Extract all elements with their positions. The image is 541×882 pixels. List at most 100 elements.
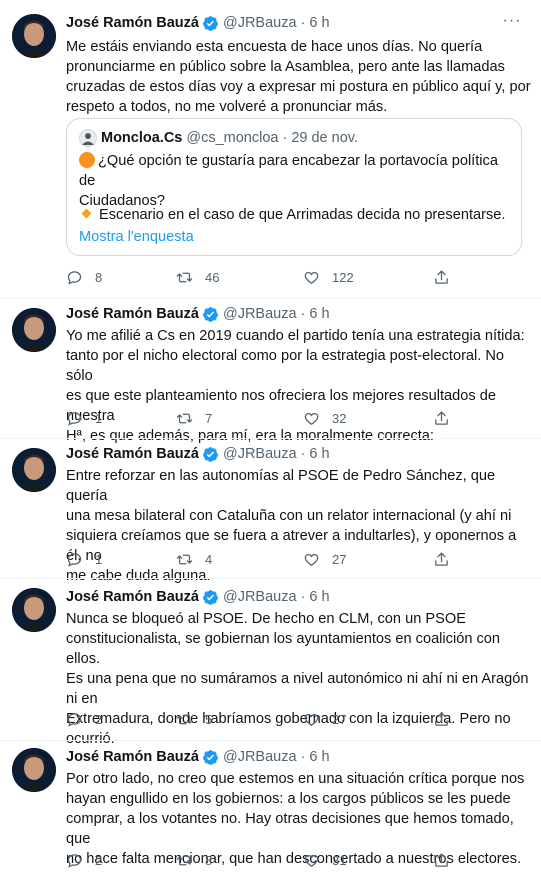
- author-handle[interactable]: @JRBauza: [223, 446, 297, 462]
- timestamp[interactable]: 6 h: [309, 15, 329, 31]
- reply-button[interactable]: 2: [66, 850, 102, 870]
- author-name[interactable]: José Ramón Bauzá: [66, 589, 199, 605]
- heart-icon: [304, 713, 319, 726]
- heart-icon: [304, 271, 319, 284]
- share-icon: [435, 551, 448, 566]
- orange-circle-icon: [79, 152, 95, 168]
- author-name[interactable]: José Ramón Bauzá: [66, 15, 199, 31]
- quote-date: 29 de nov.: [291, 130, 358, 146]
- reply-icon: [67, 411, 82, 426]
- retweet-icon: [176, 714, 193, 724]
- separator-dot: ·: [282, 130, 288, 146]
- share-button[interactable]: [433, 267, 450, 287]
- tweet-text: Me estáis enviando esta encuesta de hace…: [66, 39, 531, 115]
- tweet-3[interactable]: José Ramón Bauzá @JRBauza · 6 h Entre re…: [0, 438, 541, 584]
- author-handle[interactable]: @JRBauza: [223, 589, 297, 605]
- reply-button[interactable]: 1: [66, 549, 102, 569]
- retweet-icon: [176, 554, 193, 564]
- more-icon[interactable]: ···: [502, 13, 522, 34]
- like-count: 122: [332, 269, 354, 285]
- reply-count: 2: [95, 711, 103, 727]
- reply-count: 1: [95, 551, 103, 567]
- reply-count: 2: [95, 852, 103, 868]
- retweet-icon: [176, 855, 193, 865]
- quoted-tweet[interactable]: Moncloa.Cs @cs_moncloa · 29 de nov. ¿Qué…: [66, 118, 522, 256]
- like-count: 31: [332, 852, 347, 868]
- like-button[interactable]: 27: [303, 709, 346, 729]
- tweet-1[interactable]: José Ramón Bauzá @JRBauza · 6 h ··· Me e…: [0, 0, 541, 298]
- tweet-4[interactable]: José Ramón Bauzá @JRBauza · 6 h Nunca se…: [0, 578, 541, 747]
- share-button[interactable]: [433, 408, 450, 428]
- like-count: 27: [332, 551, 347, 567]
- retweet-button[interactable]: 8: [176, 850, 212, 870]
- avatar[interactable]: [12, 14, 56, 58]
- tweet-header: José Ramón Bauzá @JRBauza · 6 h: [66, 747, 330, 767]
- quote-author-name[interactable]: Moncloa.Cs: [101, 130, 182, 146]
- heart-icon: [304, 854, 319, 867]
- author-name[interactable]: José Ramón Bauzá: [66, 749, 199, 765]
- retweet-count: 7: [205, 410, 213, 426]
- avatar[interactable]: [12, 308, 56, 352]
- like-button[interactable]: 122: [303, 267, 354, 287]
- tweet-actions: 2 5 27: [66, 709, 486, 729]
- tweet-5[interactable]: José Ramón Bauzá @JRBauza · 6 h Por otro…: [0, 740, 541, 882]
- reply-button[interactable]: 1: [66, 408, 102, 428]
- quote-author-handle[interactable]: @cs_moncloa: [186, 130, 278, 146]
- like-count: 27: [332, 711, 347, 727]
- quote-header: Moncloa.Cs @cs_moncloa · 29 de nov.: [79, 129, 358, 147]
- separator-dot: ·: [300, 446, 306, 462]
- timestamp[interactable]: 6 h: [309, 306, 329, 322]
- reply-count: 1: [95, 410, 103, 426]
- tweet-header: José Ramón Bauzá @JRBauza · 6 h: [66, 587, 330, 607]
- tweet-actions: 8 46 122: [66, 267, 486, 287]
- separator-dot: ·: [300, 306, 306, 322]
- heart-icon: [304, 412, 319, 425]
- share-icon: [435, 269, 448, 284]
- retweet-button[interactable]: 4: [176, 549, 212, 569]
- tweet-text: Yo me afilié a Cs en 2019 cuando el part…: [66, 328, 525, 444]
- tweet-header: José Ramón Bauzá @JRBauza · 6 h: [66, 13, 330, 33]
- share-button[interactable]: [433, 549, 450, 569]
- like-button[interactable]: 27: [303, 549, 346, 569]
- like-button[interactable]: 31: [303, 850, 346, 870]
- reply-count: 8: [95, 269, 103, 285]
- verified-badge-icon: [203, 749, 218, 765]
- author-handle[interactable]: @JRBauza: [223, 306, 297, 322]
- author-name[interactable]: José Ramón Bauzá: [66, 446, 199, 462]
- tweet-actions: 1 4 27: [66, 549, 486, 569]
- timestamp[interactable]: 6 h: [309, 446, 329, 462]
- verified-badge-icon: [203, 589, 218, 605]
- retweet-button[interactable]: 46: [176, 267, 219, 287]
- reply-button[interactable]: 2: [66, 709, 102, 729]
- retweet-count: 8: [205, 852, 213, 868]
- quote-poll-option: Escenario en el caso de que Arrimadas de…: [79, 205, 505, 225]
- retweet-button[interactable]: 5: [176, 709, 212, 729]
- retweet-count: 46: [205, 269, 220, 285]
- verified-badge-icon: [203, 306, 218, 322]
- orange-diamond-icon: [81, 208, 92, 219]
- avatar[interactable]: [12, 748, 56, 792]
- reply-button[interactable]: 8: [66, 267, 102, 287]
- retweet-icon: [176, 413, 193, 423]
- reply-icon: [67, 853, 82, 868]
- quote-avatar: [79, 129, 97, 147]
- tweet-2[interactable]: José Ramón Bauzá @JRBauza · 6 h Yo me af…: [0, 298, 541, 444]
- tweet-actions: 1 7 32: [66, 408, 486, 428]
- share-button[interactable]: [433, 709, 450, 729]
- show-poll-link[interactable]: Mostra l'enquesta: [79, 227, 194, 247]
- share-icon: [435, 410, 448, 425]
- share-button[interactable]: [433, 850, 450, 870]
- timestamp[interactable]: 6 h: [309, 589, 329, 605]
- avatar[interactable]: [12, 448, 56, 492]
- author-name[interactable]: José Ramón Bauzá: [66, 306, 199, 322]
- avatar[interactable]: [12, 588, 56, 632]
- like-button[interactable]: 32: [303, 408, 346, 428]
- author-handle[interactable]: @JRBauza: [223, 15, 297, 31]
- verified-badge-icon: [203, 15, 218, 31]
- retweet-count: 5: [205, 711, 213, 727]
- author-handle[interactable]: @JRBauza: [223, 749, 297, 765]
- tweet-header: José Ramón Bauzá @JRBauza · 6 h: [66, 304, 330, 324]
- retweet-button[interactable]: 7: [176, 408, 212, 428]
- separator-dot: ·: [300, 15, 306, 31]
- timestamp[interactable]: 6 h: [309, 749, 329, 765]
